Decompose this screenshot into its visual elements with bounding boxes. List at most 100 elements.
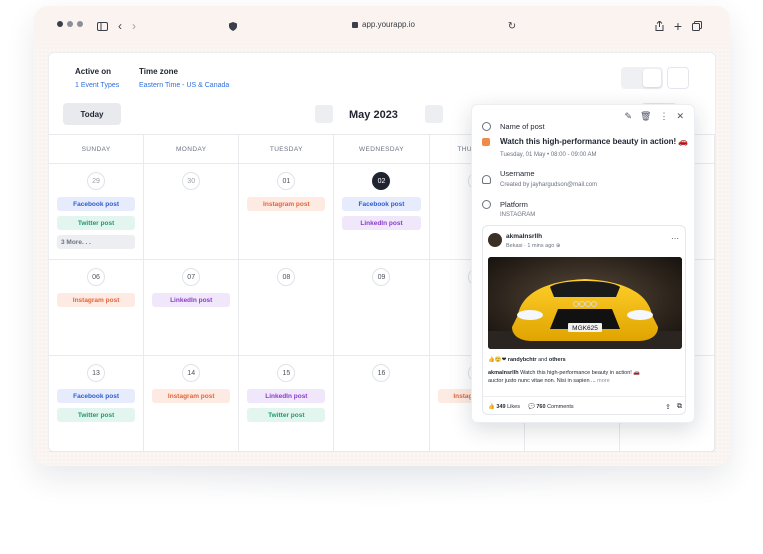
day-cell[interactable]: 29 Facebook post Twitter post 3 More. . . [49,164,145,259]
twitter-post-chip[interactable]: Twitter post [247,408,326,422]
instagram-post-preview[interactable]: akmalnsrllh Bekasi · 1 mins ago ⊕ ⋯ MGK6… [482,225,687,416]
post-title: Watch this high-performance beauty in ac… [500,137,689,146]
toggle-switch[interactable] [621,67,663,89]
day-cell[interactable]: 01 Instagram post [239,164,335,259]
day-cell[interactable]: 16 [334,356,430,451]
day-number[interactable]: 15 [277,364,296,382]
day-cell[interactable]: 14 Instagram post [144,356,240,451]
liked-by-user[interactable]: randybchtr [508,357,537,363]
day-number[interactable]: 13 [87,364,106,382]
copy-icon[interactable]: ⧉ [677,403,682,411]
day-cell[interactable]: 09 [334,260,430,355]
post-username[interactable]: akmalnsrllh [506,233,542,240]
event-chips: Instagram post [247,197,326,211]
comment-icon: 💬 [527,403,535,410]
user-icon [482,175,491,184]
name-of-post-label: Name of post [500,122,545,131]
address-bar[interactable]: app.yourapp.io [352,20,415,29]
close-dot-icon[interactable] [57,21,63,27]
more-horizontal-icon[interactable]: ⋯ [671,234,679,243]
day-cell[interactable]: 13 Facebook post Twitter post [49,356,145,451]
timezone-label: Time zone [139,67,178,76]
next-month-button[interactable] [425,105,443,123]
trash-icon[interactable]: 🗑 [640,111,651,122]
linkedin-post-chip[interactable]: LinkedIn post [247,389,326,403]
linkedin-post-chip[interactable]: LinkedIn post [342,216,421,230]
caption-username[interactable]: akmalnsrllh [488,370,519,376]
sidebar-toggle-icon[interactable] [92,16,112,36]
twitter-post-chip[interactable]: Twitter post [57,216,136,230]
active-on-value[interactable]: 1 Event Types [75,82,119,89]
day-number[interactable]: 09 [372,268,391,286]
linkedin-post-chip[interactable]: LinkedIn post [152,293,231,307]
post-caption: akmalnsrllh Watch this high-performance … [488,369,682,386]
post-footer: 👍 349 Likes 💬 760 Comments ⇪ ⧉ [483,396,687,416]
twitter-post-chip[interactable]: Twitter post [57,408,136,422]
weekday-header: TUESDAY [239,135,335,163]
day-cell[interactable]: 08 [239,260,335,355]
day-number[interactable]: 07 [182,268,201,286]
shield-icon [223,16,243,36]
more-vertical-icon[interactable]: ⋮ [659,111,668,122]
weekday-header: WEDNESDAY [334,135,430,163]
day-cell[interactable]: 06 Instagram post [49,260,145,355]
forward-icon[interactable]: › [124,16,144,36]
view-toggle[interactable] [621,67,689,89]
platform-label: Platform [500,200,528,209]
car-photo: MGK625 [488,257,682,349]
facebook-post-chip[interactable]: Facebook post [57,197,136,211]
edit-icon[interactable]: ✎ [624,111,632,122]
day-number[interactable]: 30 [182,172,201,190]
day-number[interactable]: 16 [372,364,391,382]
share-icon[interactable] [649,16,669,36]
more-events-chip[interactable]: 3 More. . . [57,235,136,249]
day-number[interactable]: 08 [277,268,296,286]
active-on-label: Active on [75,67,112,76]
settings-square-button[interactable] [667,67,689,89]
day-number[interactable]: 02 [372,172,391,190]
instagram-post-chip[interactable]: Instagram post [57,293,136,307]
close-icon[interactable]: ✕ [676,111,684,122]
day-number[interactable]: 01 [277,172,296,190]
liked-by-others[interactable]: others [549,357,566,363]
instagram-post-chip[interactable]: Instagram post [247,197,326,211]
like-icon: 👍 [488,403,495,410]
post-time-ago: 1 mins ago [527,243,555,249]
day-number[interactable]: 14 [182,364,201,382]
day-cell[interactable]: 02 Facebook post LinkedIn post [334,164,430,259]
post-color-swatch [482,138,490,146]
likes-count: 349 [496,403,506,410]
facebook-post-chip[interactable]: Facebook post [342,197,421,211]
post-actions: ⇪ ⧉ [665,403,682,411]
day-cell[interactable]: 07 LinkedIn post [144,260,240,355]
maximize-dot-icon[interactable] [77,21,83,27]
lock-icon [352,21,358,28]
prev-month-button[interactable] [315,105,333,123]
window-controls[interactable] [57,21,83,27]
day-cell[interactable]: 15 LinkedIn post Twitter post [239,356,335,451]
info-icon [482,122,491,131]
tabs-icon[interactable] [687,16,707,36]
liked-avatars-icon: 👍🙂❤ [488,357,507,363]
day-number[interactable]: 06 [87,268,106,286]
day-cell[interactable]: 30 [144,164,240,259]
timezone-value[interactable]: Eastern Time - US & Canada [139,82,229,89]
share-post-icon[interactable]: ⇪ [665,403,671,411]
created-by: Created by jayhargudson@mail.com [500,182,598,188]
likes-stat[interactable]: 👍 349 Likes [488,404,520,410]
comments-stat[interactable]: 💬 760 Comments [528,404,574,410]
facebook-post-chip[interactable]: Facebook post [57,389,136,403]
event-chips: Facebook post Twitter post [57,389,136,422]
today-button[interactable]: Today [63,103,121,125]
avatar[interactable] [488,233,502,247]
minimize-dot-icon[interactable] [67,21,73,27]
reload-icon[interactable]: ↻ [502,16,522,36]
day-number[interactable]: 29 [87,172,106,190]
caption-more-link[interactable]: more [597,378,610,384]
likes-label: Likes [507,403,520,410]
caption-text: Watch this high-performance beauty in ac… [518,370,641,376]
post-location: Bekasi [506,243,523,249]
instagram-post-chip[interactable]: Instagram post [152,389,231,403]
new-tab-icon[interactable]: + [668,16,688,36]
post-details-popup: ✎ 🗑 ⋮ ✕ Name of post Watch this high-per… [471,104,695,423]
